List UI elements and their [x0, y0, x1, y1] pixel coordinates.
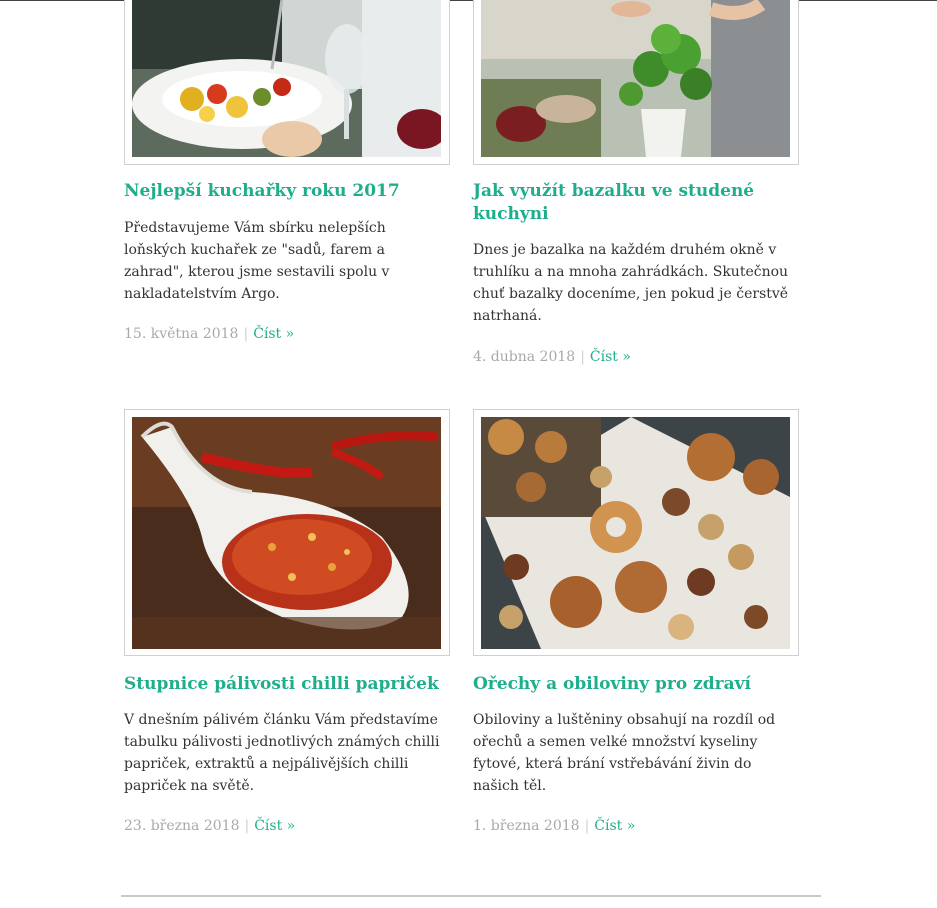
- read-more-link[interactable]: Číst »: [590, 349, 631, 365]
- article-date: 4. dubna 2018: [473, 349, 576, 365]
- article-image-dinner-plate[interactable]: [132, 0, 441, 157]
- article-description: V dnešním pálivém článku Vám představíme…: [124, 712, 440, 794]
- article-meta: 15. května 2018 | Číst »: [124, 324, 294, 344]
- article-image-chili-flakes[interactable]: [132, 417, 441, 649]
- article-title[interactable]: Jak využít bazalku ve studené kuchyni: [473, 180, 793, 226]
- article-title[interactable]: Ořechy a obiloviny pro zdraví: [473, 673, 793, 696]
- footer-divider: [121, 895, 821, 897]
- read-more-link[interactable]: Číst »: [253, 326, 294, 342]
- article-image-nuts-and-grains[interactable]: [481, 417, 790, 649]
- article-date: 15. května 2018: [124, 326, 239, 342]
- article-description: Dnes je bazalka na každém druhém okně v …: [473, 242, 789, 324]
- article-meta: 1. března 2018 | Číst »: [473, 816, 635, 836]
- article-description: Obiloviny a luštěniny obsahují na rozdíl…: [473, 712, 776, 794]
- article-image-basil-pot[interactable]: [481, 0, 790, 157]
- article-image-frame[interactable]: [124, 409, 450, 656]
- article-title[interactable]: Nejlepší kuchařky roku 2017: [124, 180, 444, 203]
- read-more-link[interactable]: Číst »: [254, 818, 295, 834]
- article-image-frame[interactable]: [124, 0, 450, 165]
- article-title[interactable]: Stupnice pálivosti chilli papriček: [124, 673, 444, 696]
- article-image-frame[interactable]: [473, 0, 799, 165]
- read-more-link[interactable]: Číst »: [594, 818, 635, 834]
- article-image-frame[interactable]: [473, 409, 799, 656]
- meta-separator: |: [584, 818, 590, 834]
- article-date: 23. března 2018: [124, 818, 240, 834]
- meta-separator: |: [580, 349, 585, 365]
- article-date: 1. března 2018: [473, 818, 580, 834]
- article-meta: 23. března 2018 | Číst »: [124, 816, 295, 836]
- meta-separator: |: [244, 818, 250, 834]
- article-description: Představujeme Vám sbírku nelepších loňsk…: [124, 220, 390, 302]
- article-meta: 4. dubna 2018 | Číst »: [473, 347, 631, 367]
- meta-separator: |: [243, 326, 249, 342]
